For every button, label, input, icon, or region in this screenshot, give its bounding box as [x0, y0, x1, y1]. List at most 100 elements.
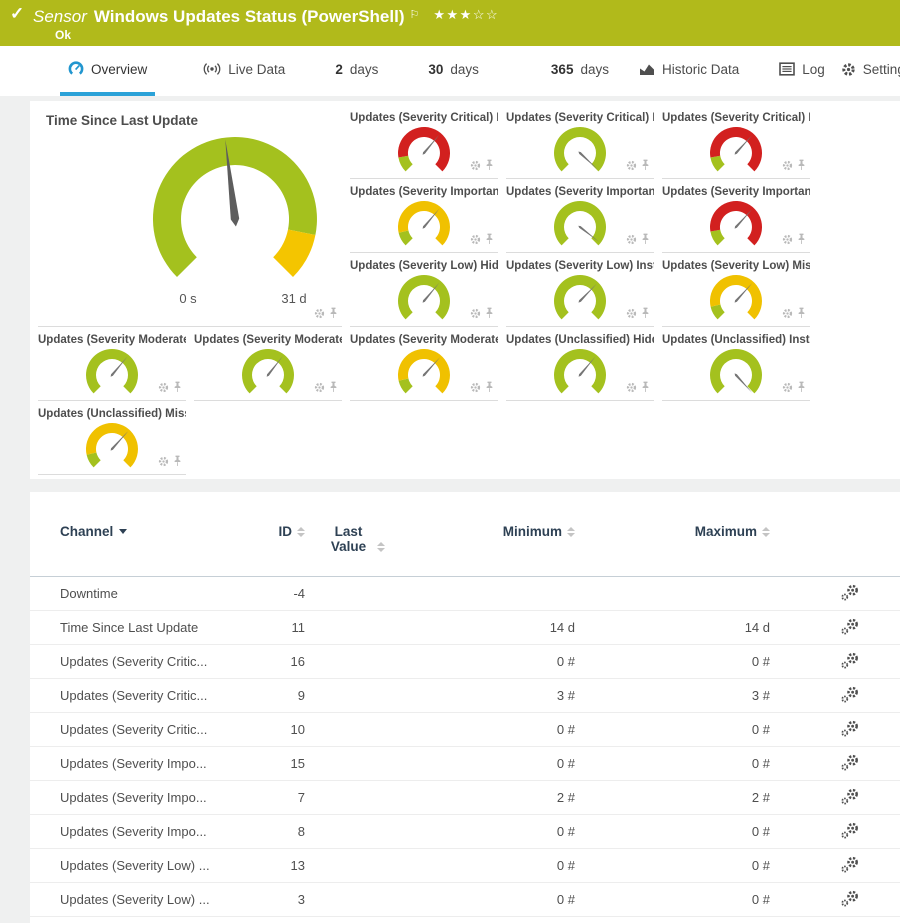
- historic-data-icon: [639, 62, 655, 76]
- channel-name[interactable]: Updates (Severity Impo...: [60, 824, 260, 839]
- pin-icon[interactable]: [485, 158, 494, 176]
- channel-name[interactable]: Updates (Severity Impo...: [60, 756, 260, 771]
- pin-icon[interactable]: [173, 454, 182, 472]
- tab-label: Live Data: [228, 62, 285, 77]
- gauge-panel-unclassified-hidden[interactable]: Updates (Unclassified) Hidden: [506, 327, 654, 401]
- tab-settings[interactable]: Settings: [833, 46, 900, 96]
- gauge-panel-important-missing[interactable]: Updates (Severity Important) ...: [662, 179, 810, 253]
- gauge-panel-moderate-missing[interactable]: Updates (Severity Moderate) ...: [350, 327, 498, 401]
- tab-live-data[interactable]: Live Data: [195, 46, 293, 96]
- channel-name[interactable]: Updates (Severity Low) ...: [60, 858, 260, 873]
- gauge-panel-important-hidden[interactable]: Updates (Severity Important) ...: [350, 179, 498, 253]
- pin-icon[interactable]: [797, 158, 806, 176]
- gauge-panel-low-missing[interactable]: Updates (Severity Low) Missi...: [662, 253, 810, 327]
- pin-icon[interactable]: [641, 380, 650, 398]
- channel-settings-icon[interactable]: [840, 618, 860, 635]
- gauge-panel-moderate-installed[interactable]: Updates (Severity Moderate) I...: [194, 327, 342, 401]
- gear-icon[interactable]: [626, 158, 637, 176]
- gauge-panel-critical-installed[interactable]: Updates (Severity Critical) Ins...: [506, 105, 654, 179]
- pin-icon[interactable]: [173, 380, 182, 398]
- settings-icon: [841, 62, 856, 77]
- gauge-panel-unclassified-missing[interactable]: Updates (Unclassified) Missing: [38, 401, 186, 475]
- gear-icon[interactable]: [470, 380, 481, 398]
- gear-icon[interactable]: [470, 232, 481, 250]
- tab-30-days[interactable]: 30 days: [420, 46, 487, 96]
- gear-icon[interactable]: [782, 306, 793, 324]
- sort-icon: [567, 527, 575, 537]
- gear-icon[interactable]: [470, 306, 481, 324]
- channel-minimum: 14 d: [405, 620, 575, 635]
- channel-table-header: Channel ID Last Value Minimum Maximum: [30, 524, 900, 577]
- pin-icon[interactable]: [485, 232, 494, 250]
- channel-settings-icon[interactable]: [840, 856, 860, 873]
- channel-id: 9: [260, 688, 305, 703]
- tab-number: 365: [551, 62, 574, 77]
- flag-icon[interactable]: ⚐: [409, 9, 419, 21]
- gauge-title: Updates (Severity Low) Missi...: [662, 253, 810, 272]
- gauge-panel-critical-missing[interactable]: Updates (Severity Critical) Mi...: [662, 105, 810, 179]
- channel-settings-icon[interactable]: [840, 890, 860, 907]
- channel-settings-icon[interactable]: [840, 822, 860, 839]
- channel-settings-icon[interactable]: [840, 584, 860, 601]
- priority-stars[interactable]: ★★★☆☆: [433, 7, 499, 22]
- gear-icon[interactable]: [314, 306, 325, 324]
- channel-maximum: 3 #: [575, 688, 770, 703]
- pin-icon[interactable]: [797, 306, 806, 324]
- gauge-panel-low-hidden[interactable]: Updates (Severity Low) Hidden: [350, 253, 498, 327]
- gear-icon[interactable]: [470, 158, 481, 176]
- pin-icon[interactable]: [641, 306, 650, 324]
- gear-icon[interactable]: [626, 232, 637, 250]
- channel-name[interactable]: Downtime: [60, 586, 260, 601]
- col-header-maximum[interactable]: Maximum: [575, 524, 770, 539]
- channel-settings-icon[interactable]: [840, 686, 860, 703]
- pin-icon[interactable]: [641, 232, 650, 250]
- gear-icon[interactable]: [626, 306, 637, 324]
- pin-icon[interactable]: [797, 232, 806, 250]
- channel-name[interactable]: Updates (Severity Impo...: [60, 790, 260, 805]
- channel-settings-icon[interactable]: [840, 788, 860, 805]
- channel-settings-icon[interactable]: [840, 720, 860, 737]
- tab-label: days: [350, 62, 379, 77]
- channel-name[interactable]: Updates (Severity Critic...: [60, 654, 260, 669]
- channel-id: 13: [260, 858, 305, 873]
- gauge-panel-low-installed[interactable]: Updates (Severity Low) Install...: [506, 253, 654, 327]
- channel-name[interactable]: Time Since Last Update: [60, 620, 260, 635]
- gear-icon[interactable]: [314, 380, 325, 398]
- col-header-minimum[interactable]: Minimum: [405, 524, 575, 539]
- overview-gauges-panel: Time Since Last Update 0 s 31 d Updates …: [30, 101, 900, 479]
- col-header-id[interactable]: ID: [260, 524, 305, 539]
- pin-icon[interactable]: [485, 380, 494, 398]
- channel-maximum: 0 #: [575, 722, 770, 737]
- gauge-panel-important-installed[interactable]: Updates (Severity Important) ...: [506, 179, 654, 253]
- gauge-panel-moderate-hidden[interactable]: Updates (Severity Moderate) ...: [38, 327, 186, 401]
- pin-icon[interactable]: [485, 306, 494, 324]
- pin-icon[interactable]: [329, 380, 338, 398]
- channel-settings-icon[interactable]: [840, 652, 860, 669]
- col-header-last-value[interactable]: Last Value: [305, 524, 405, 554]
- channel-id: 7: [260, 790, 305, 805]
- channel-name[interactable]: Updates (Severity Critic...: [60, 722, 260, 737]
- gear-icon[interactable]: [626, 380, 637, 398]
- channel-settings-icon[interactable]: [840, 754, 860, 771]
- gear-icon[interactable]: [782, 158, 793, 176]
- gauge-panel-time-since-last-update[interactable]: Time Since Last Update 0 s 31 d: [38, 105, 342, 327]
- channel-maximum: 0 #: [575, 654, 770, 669]
- pin-icon[interactable]: [329, 306, 338, 324]
- tab-365-days[interactable]: 365 days: [543, 46, 617, 96]
- gear-icon[interactable]: [158, 380, 169, 398]
- tab-2-days[interactable]: 2 days: [327, 46, 386, 96]
- channel-minimum: 0 #: [405, 722, 575, 737]
- gauge-panel-critical-hidden[interactable]: Updates (Severity Critical) Hi...: [350, 105, 498, 179]
- channel-row-critical-1: Updates (Severity Critic... 16 0 # 0 #: [30, 645, 900, 679]
- col-header-channel[interactable]: Channel: [60, 524, 260, 539]
- channel-name[interactable]: Updates (Severity Critic...: [60, 688, 260, 703]
- gauge-panel-unclassified-installed[interactable]: Updates (Unclassified) Install...: [662, 327, 810, 401]
- pin-icon[interactable]: [797, 380, 806, 398]
- tab-historic-data[interactable]: Historic Data: [631, 46, 747, 96]
- gear-icon[interactable]: [782, 380, 793, 398]
- pin-icon[interactable]: [641, 158, 650, 176]
- tab-log[interactable]: Log: [771, 46, 833, 96]
- gear-icon[interactable]: [158, 454, 169, 472]
- tab-overview[interactable]: Overview: [60, 46, 155, 96]
- gear-icon[interactable]: [782, 232, 793, 250]
